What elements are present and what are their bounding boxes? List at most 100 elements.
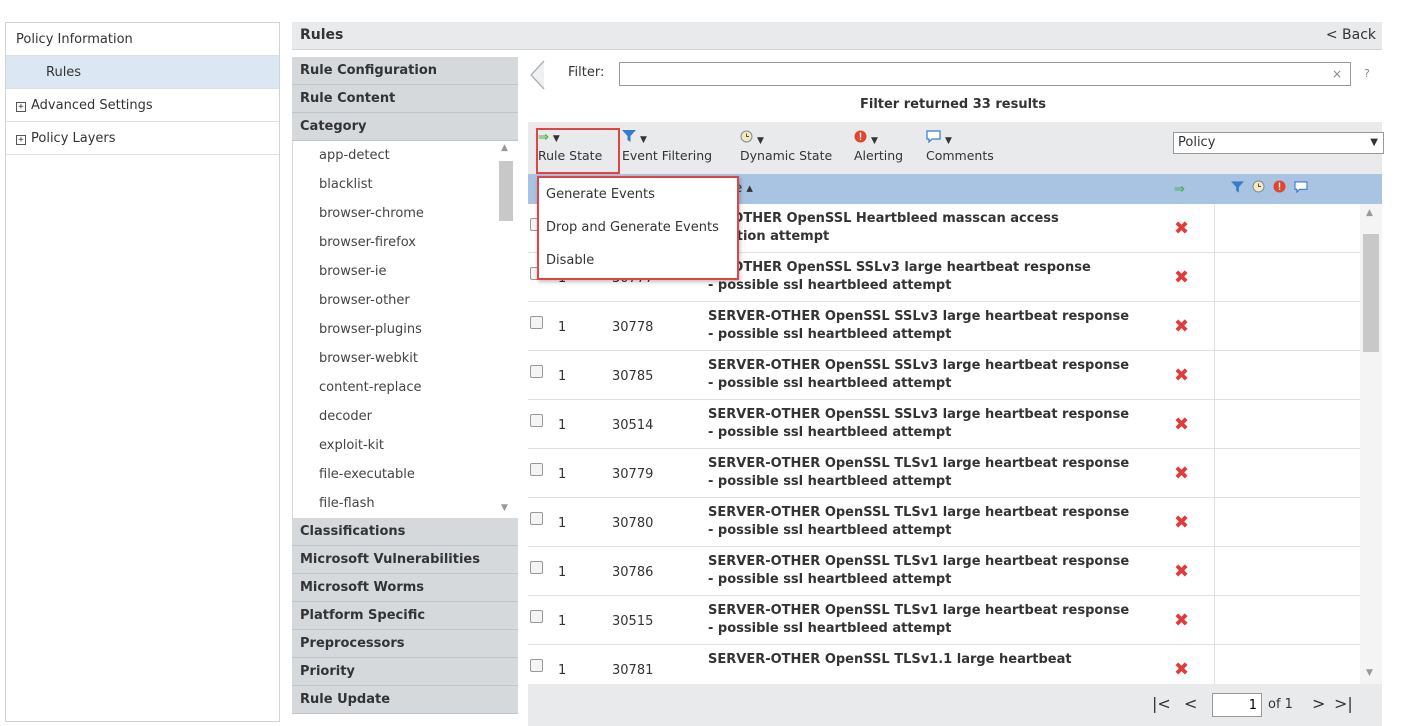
- row-message-line: ER-OTHER OpenSSL Heartbleed masscan acce…: [708, 211, 1059, 226]
- row-message[interactable]: ER-OTHER OpenSSL Heartbleed masscan acce…: [708, 210, 1178, 246]
- red-x-icon[interactable]: ✖: [1174, 316, 1189, 337]
- row-checkbox[interactable]: [530, 659, 543, 672]
- rule-state-option[interactable]: Disable: [539, 244, 737, 277]
- accordion-header[interactable]: Priority: [292, 658, 518, 686]
- table-row[interactable]: 1 30785 SERVER-OTHER OpenSSL SSLv3 large h…: [528, 351, 1360, 400]
- category-item[interactable]: browser-other: [293, 286, 518, 315]
- category-item[interactable]: browser-ie: [293, 257, 518, 286]
- accordion-rule-content[interactable]: Rule Content: [292, 85, 518, 113]
- row-message[interactable]: SERVER-OTHER OpenSSL SSLv3 large heartbe…: [708, 357, 1178, 393]
- category-list: app-detect blacklist browser-chrome browser…: [292, 141, 518, 518]
- row-message[interactable]: SERVER-OTHER OpenSSL TLSv1 large heartbe…: [708, 504, 1178, 540]
- row-message[interactable]: SERVER-OTHER OpenSSL TLSv1 large heartbe…: [708, 553, 1178, 589]
- expand-icon[interactable]: +: [16, 135, 26, 145]
- accordion-category[interactable]: Category: [292, 113, 518, 141]
- category-item[interactable]: file-executable: [293, 460, 518, 489]
- table-row[interactable]: 1 30514 SERVER-OTHER OpenSSL SSLv3 large h…: [528, 400, 1360, 449]
- row-message[interactable]: SERVER-OTHER OpenSSL SSLv3 large heartbe…: [708, 308, 1178, 344]
- row-gid: 1: [558, 516, 567, 531]
- table-row[interactable]: 1 30515 SERVER-OTHER OpenSSL TLSv1 large h…: [528, 596, 1360, 645]
- scroll-down-icon[interactable]: ▼: [1366, 668, 1373, 678]
- clear-filter-icon[interactable]: ×: [1332, 67, 1342, 81]
- red-x-icon[interactable]: ✖: [1174, 365, 1189, 386]
- back-link[interactable]: < Back: [1326, 27, 1376, 43]
- nav-policy-layers[interactable]: + Policy Layers: [6, 122, 279, 155]
- red-x-icon[interactable]: ✖: [1174, 414, 1189, 435]
- first-page-icon[interactable]: |<: [1152, 694, 1171, 713]
- dynamic-state-button[interactable]: ▼ Dynamic State: [740, 130, 832, 163]
- row-checkbox[interactable]: [530, 610, 543, 623]
- category-item[interactable]: exploit-kit: [293, 431, 518, 460]
- table-row[interactable]: 1 30779 SERVER-OTHER OpenSSL TLSv1 large h…: [528, 449, 1360, 498]
- row-sid: 30778: [612, 320, 654, 335]
- policy-select[interactable]: Policy ▼: [1173, 132, 1384, 154]
- last-page-icon[interactable]: >|: [1334, 694, 1353, 713]
- scroll-thumb[interactable]: [499, 161, 513, 221]
- accordion-header[interactable]: Preprocessors: [292, 630, 518, 658]
- policy-nav-panel: Policy Information Rules + Advanced Setti…: [5, 22, 280, 722]
- rules-scrollbar[interactable]: ▲ ▼: [1360, 204, 1382, 684]
- row-gid: 1: [558, 663, 567, 678]
- prev-page-icon[interactable]: <: [1184, 694, 1197, 713]
- rule-state-option[interactable]: Drop and Generate Events: [539, 211, 737, 244]
- red-x-icon[interactable]: ✖: [1174, 610, 1189, 631]
- category-item[interactable]: decoder: [293, 402, 518, 431]
- scroll-down-icon[interactable]: ▼: [501, 503, 508, 513]
- category-item[interactable]: file-flash: [293, 489, 518, 518]
- collapse-panel-icon[interactable]: [528, 60, 546, 90]
- expand-icon[interactable]: +: [16, 102, 26, 112]
- rules-content: Filter: × ? Filter returned 33 results ⇒…: [524, 57, 1384, 726]
- rule-state-menu: Generate Events Drop and Generate Events D…: [537, 176, 739, 280]
- nav-policy-information[interactable]: Policy Information: [6, 23, 279, 56]
- category-scrollbar[interactable]: ▲ ▼: [496, 141, 516, 518]
- row-message[interactable]: SERVER-OTHER OpenSSL TLSv1 large heartbe…: [708, 455, 1178, 491]
- red-x-icon[interactable]: ✖: [1174, 463, 1189, 484]
- table-row[interactable]: 1 30781 SERVER-OTHER OpenSSL TLSv1.1 large…: [528, 645, 1360, 684]
- red-x-icon[interactable]: ✖: [1174, 659, 1189, 680]
- help-icon[interactable]: ?: [1364, 67, 1370, 80]
- row-checkbox[interactable]: [530, 316, 543, 329]
- category-item[interactable]: blacklist: [293, 170, 518, 199]
- row-checkbox[interactable]: [530, 512, 543, 525]
- category-item[interactable]: browser-plugins: [293, 315, 518, 344]
- next-page-icon[interactable]: >: [1312, 694, 1325, 713]
- comment-icon: [1294, 181, 1309, 194]
- table-row[interactable]: 1 30778 SERVER-OTHER OpenSSL SSLv3 large h…: [528, 302, 1360, 351]
- rule-state-option[interactable]: Generate Events: [539, 178, 737, 211]
- category-item[interactable]: browser-firefox: [293, 228, 518, 257]
- table-row[interactable]: 1 30780 SERVER-OTHER OpenSSL TLSv1 large h…: [528, 498, 1360, 547]
- red-x-icon[interactable]: ✖: [1174, 267, 1189, 288]
- event-filtering-button[interactable]: ▼ Event Filtering: [622, 130, 712, 163]
- alerting-button[interactable]: ▼ Alerting: [854, 130, 903, 163]
- row-checkbox[interactable]: [530, 414, 543, 427]
- row-checkbox[interactable]: [530, 561, 543, 574]
- row-message[interactable]: ER-OTHER OpenSSL SSLv3 large heartbeat r…: [708, 259, 1178, 295]
- red-x-icon[interactable]: ✖: [1174, 218, 1189, 239]
- red-x-icon[interactable]: ✖: [1174, 561, 1189, 582]
- category-item[interactable]: content-replace: [293, 373, 518, 402]
- accordion-header[interactable]: Microsoft Vulnerabilities: [292, 546, 518, 574]
- scroll-up-icon[interactable]: ▲: [501, 143, 508, 153]
- nav-advanced-settings[interactable]: + Advanced Settings: [6, 89, 279, 122]
- row-checkbox[interactable]: [530, 365, 543, 378]
- accordion-header[interactable]: Classifications: [292, 518, 518, 546]
- accordion-header[interactable]: Platform Specific: [292, 602, 518, 630]
- nav-rules[interactable]: Rules: [6, 56, 279, 89]
- page-number-input[interactable]: [1212, 693, 1262, 717]
- category-item[interactable]: app-detect: [293, 141, 518, 170]
- category-item[interactable]: browser-webkit: [293, 344, 518, 373]
- filter-input[interactable]: [619, 62, 1351, 86]
- scroll-thumb[interactable]: [1363, 234, 1379, 352]
- category-item[interactable]: browser-chrome: [293, 199, 518, 228]
- scroll-up-icon[interactable]: ▲: [1366, 208, 1373, 218]
- row-message[interactable]: SERVER-OTHER OpenSSL TLSv1.1 large heart…: [708, 651, 1178, 669]
- row-message[interactable]: SERVER-OTHER OpenSSL TLSv1 large heartbe…: [708, 602, 1178, 638]
- row-message[interactable]: SERVER-OTHER OpenSSL SSLv3 large heartbe…: [708, 406, 1178, 442]
- row-checkbox[interactable]: [530, 463, 543, 476]
- accordion-rule-configuration[interactable]: Rule Configuration: [292, 57, 518, 85]
- accordion-header[interactable]: Microsoft Worms: [292, 574, 518, 602]
- comments-button[interactable]: ▼ Comments: [926, 130, 994, 163]
- red-x-icon[interactable]: ✖: [1174, 512, 1189, 533]
- table-row[interactable]: 1 30786 SERVER-OTHER OpenSSL TLSv1 large h…: [528, 547, 1360, 596]
- accordion-header[interactable]: Rule Update: [292, 686, 518, 714]
